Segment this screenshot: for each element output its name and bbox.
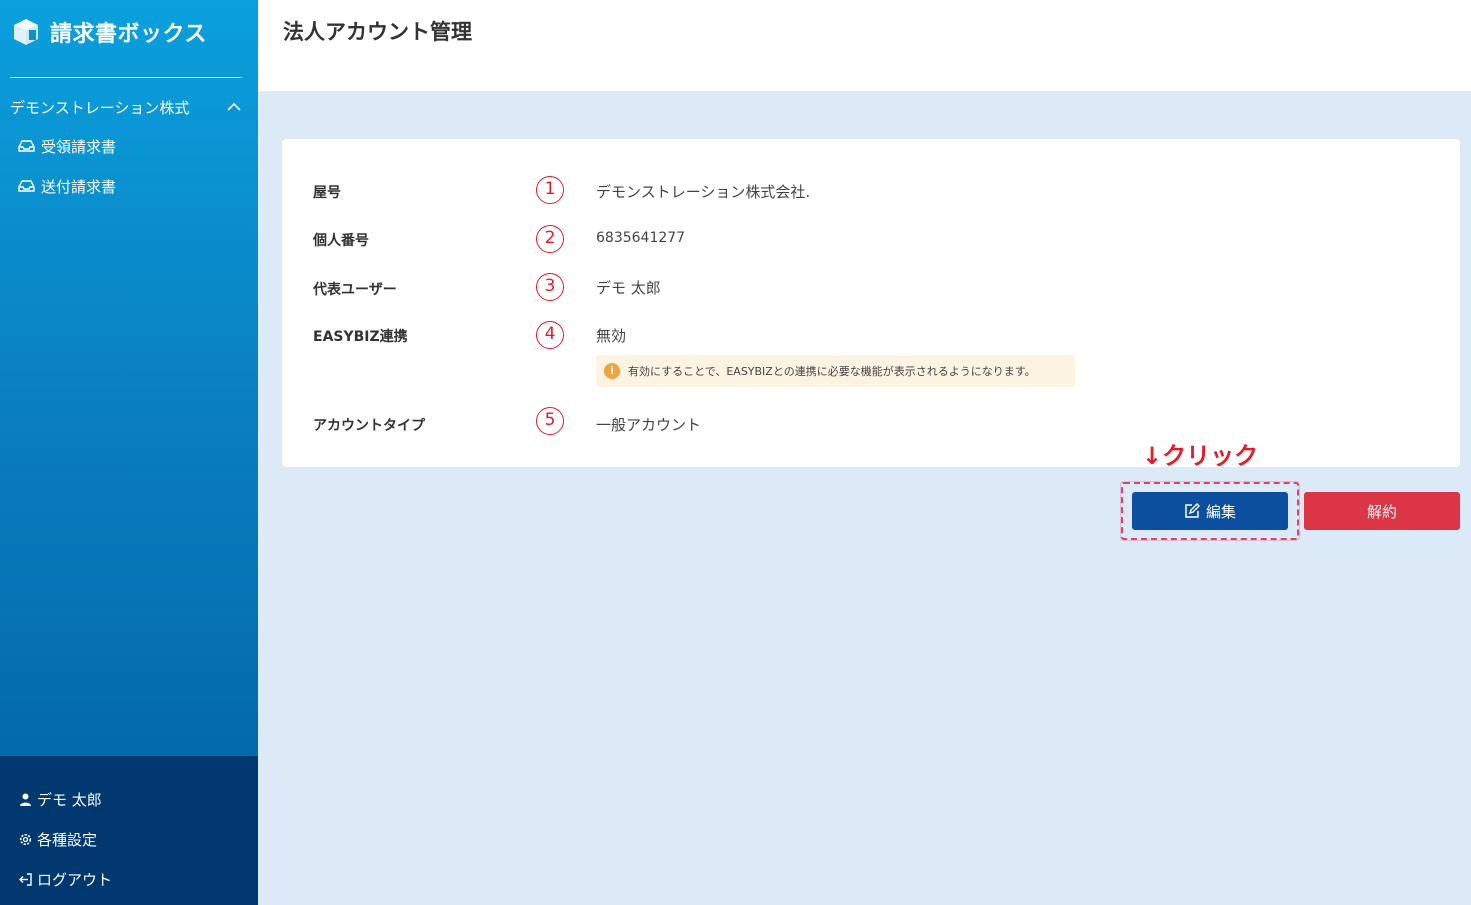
logout-icon [19, 872, 32, 886]
settings-link[interactable]: 各種設定 [18, 828, 97, 850]
label-account-type: アカウントタイプ [313, 418, 425, 434]
chevron-up-icon [227, 102, 241, 111]
logout-label: ログアウト [37, 870, 113, 889]
sidebar-footer: デモ 太郎 各種設定 ログアウト [0, 756, 258, 905]
logout-link[interactable]: ログアウト [18, 868, 112, 890]
value-trade-name: デモンストレーション株式会社. [596, 183, 811, 201]
company-switcher[interactable]: デモンストレーション株式 [10, 95, 242, 119]
annotation-number: 4 [536, 321, 564, 349]
cancel-contract-button[interactable]: 解約 [1304, 492, 1460, 530]
annotation-number: 1 [536, 176, 564, 204]
logo-icon [14, 19, 38, 45]
value-easybiz-link: 無効 [596, 327, 627, 345]
value-account-type: 一般アカウント [596, 416, 702, 434]
value-id-number: 6835641277 [596, 230, 686, 246]
label-id-number: 個人番号 [313, 233, 369, 249]
sidebar-item-label: 送付請求書 [41, 177, 117, 196]
app-logo[interactable]: 請求書ボックス [10, 14, 207, 50]
edit-button[interactable]: 編集 [1132, 492, 1288, 530]
inbox-icon [18, 140, 35, 152]
cancel-button-label: 解約 [1366, 502, 1397, 521]
label-trade-name: 屋号 [313, 185, 341, 201]
info-note-text: 有効にすることで、EASYBIZとの連携に必要な機能が表示されるようになります。 [628, 365, 1036, 378]
click-annotation: ↓クリック [1142, 442, 1259, 470]
page-header: 法人アカウント管理 [258, 0, 1471, 91]
edit-button-label: 編集 [1205, 502, 1236, 521]
page-title: 法人アカウント管理 [283, 20, 472, 44]
inbox-icon [18, 180, 35, 192]
user-menu[interactable]: デモ 太郎 [18, 788, 102, 810]
sidebar-item-received-invoices[interactable]: 受領請求書 [18, 135, 116, 157]
value-representative-user: デモ 太郎 [596, 279, 661, 297]
app-name: 請求書ボックス [50, 22, 207, 47]
app-root: 請求書ボックス デモンストレーション株式 受領請求書 送付請求書 デモ 太郎 各… [0, 0, 1471, 905]
easybiz-info-note: i 有効にすることで、EASYBIZとの連携に必要な機能が表示されるようになりま… [596, 355, 1075, 387]
annotation-number: 3 [536, 273, 564, 301]
account-details-card: 屋号 1 デモンストレーション株式会社. 個人番号 2 6835641277 代… [282, 139, 1460, 467]
sidebar-item-sent-invoices[interactable]: 送付請求書 [18, 175, 116, 197]
user-icon [20, 793, 31, 806]
annotation-number: 5 [536, 407, 564, 435]
sidebar-item-label: 受領請求書 [41, 137, 117, 156]
edit-icon [1185, 503, 1200, 518]
settings-label: 各種設定 [37, 830, 98, 849]
annotation-number: 2 [536, 225, 564, 253]
info-icon: i [604, 363, 620, 379]
user-name: デモ 太郎 [37, 790, 102, 809]
sidebar-divider [10, 77, 242, 78]
label-representative-user: 代表ユーザー [313, 282, 397, 298]
sidebar: 請求書ボックス デモンストレーション株式 受領請求書 送付請求書 デモ 太郎 各… [0, 0, 258, 905]
label-easybiz-link: EASYBIZ連携 [313, 329, 408, 345]
company-name: デモンストレーション株式 [10, 98, 190, 117]
gear-icon [19, 833, 32, 845]
